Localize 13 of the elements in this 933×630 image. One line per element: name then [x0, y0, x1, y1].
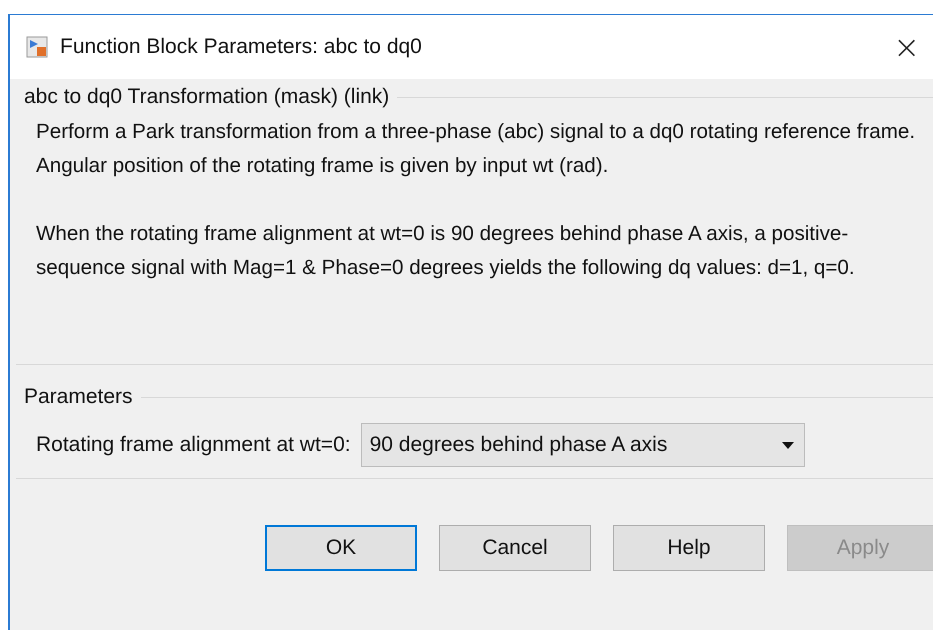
group-title: Parameters	[23, 385, 134, 409]
block-icon	[26, 36, 48, 58]
group-title: abc to dq0 Transformation (mask) (link)	[23, 85, 390, 109]
alignment-dropdown[interactable]: 90 degrees behind phase A axis	[360, 423, 805, 467]
caret-icon	[782, 442, 794, 448]
window-title: Function Block Parameters: abc to dq0	[60, 35, 423, 59]
dialog-button[interactable]: Help	[613, 525, 765, 571]
dialog-button[interactable]: OK	[265, 525, 417, 571]
dialog-button[interactable]: Cancel	[439, 525, 591, 571]
description-text: When the rotating frame alignment at wt=0 is 90 degrees behind phase A axis, a positive-sequence signal with Mag=1 & Phase=0 degrees yields the following dq values: d=1, q=0.	[36, 221, 856, 281]
field-label: Rotating frame alignment at wt=0:	[36, 433, 351, 457]
description-text: Perform a Park transformation from a three-phase (abc) signal to a dq0 rotating reference frame. Angular position of the rotating frame is given by input wt (rad).	[36, 119, 916, 179]
close-button[interactable]: ×	[889, 31, 924, 63]
